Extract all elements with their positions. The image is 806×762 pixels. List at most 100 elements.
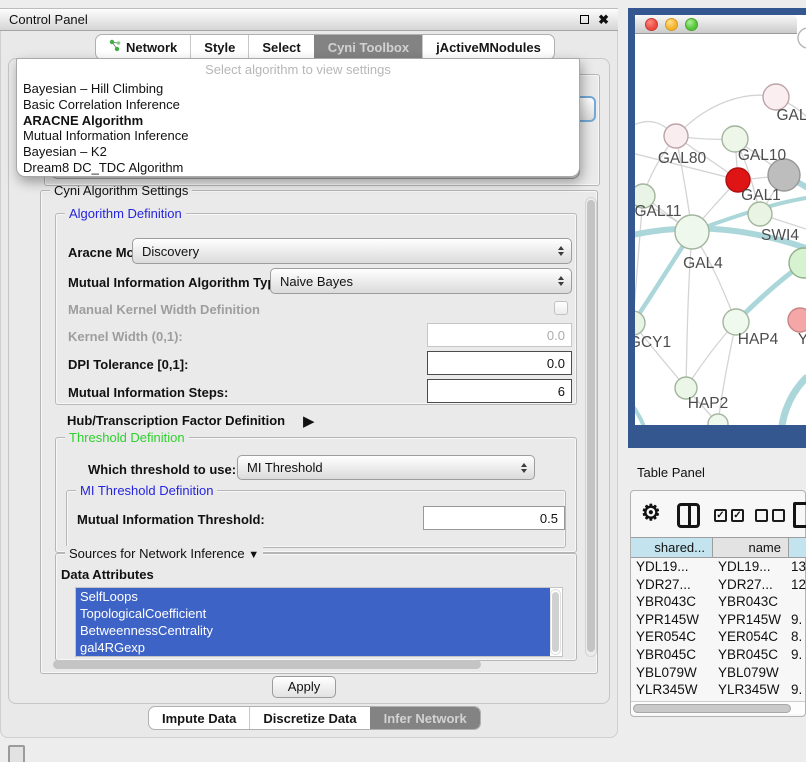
gear-icon[interactable]: ⚙ [641, 500, 661, 526]
settings-vertical-scrollbar[interactable] [585, 197, 597, 657]
minimize-traffic-light-icon[interactable] [665, 18, 678, 31]
network-node-gcy1[interactable] [635, 311, 645, 335]
network-node-label: GAL80 [658, 150, 707, 167]
table-row[interactable]: YDR27...YDR27...12 [631, 576, 806, 594]
network-edge[interactable] [635, 400, 649, 425]
network-node-y[interactable] [788, 308, 806, 332]
network-edge[interactable] [635, 323, 686, 388]
settings-horizontal-scrollbar[interactable] [45, 659, 583, 670]
attribute-list-item[interactable]: BetweennessCentrality [76, 622, 550, 639]
attribute-list-item[interactable]: SelfLoops [76, 588, 550, 605]
table-cell: YBR043C [631, 593, 713, 611]
expand-right-icon[interactable]: ▶ [303, 412, 315, 430]
table-row[interactable]: YLR345WYLR345W9. [631, 681, 806, 699]
file-icon[interactable] [793, 502, 806, 528]
network-node-label: GAL4 [683, 255, 723, 272]
settings-horizontal-scrollbar-thumb[interactable] [53, 660, 481, 669]
collapse-down-icon[interactable]: ▼ [248, 549, 259, 561]
tab-network[interactable]: Network [96, 35, 190, 59]
mi-steps-label: Mutual Information Steps: [68, 385, 228, 400]
table-body: YDL19...YDL19...13YDR27...YDR27...12YBR0… [631, 558, 806, 702]
network-node-gal80[interactable] [664, 124, 688, 148]
unchecked-checkbox-icon[interactable] [755, 509, 768, 522]
algorithm-option-bayesian-hill-climbing[interactable]: Bayesian – Hill Climbing [17, 81, 579, 97]
table-row[interactable]: YBL079WYBL079W [631, 664, 806, 682]
zoom-traffic-light-icon[interactable] [685, 18, 698, 31]
manual-kernel-label: Manual Kernel Width Definition [68, 302, 260, 317]
float-icon[interactable] [580, 15, 589, 24]
tab-select[interactable]: Select [248, 35, 313, 59]
table-row[interactable]: YBR045CYBR045C9. [631, 646, 806, 664]
table-horizontal-scrollbar[interactable] [631, 701, 805, 714]
tab-jactivemnodules[interactable]: jActiveMNodules [422, 35, 554, 59]
table-cell: YDR27... [713, 576, 789, 594]
mi-type-combo[interactable]: Naive Bayes [270, 268, 572, 294]
manual-kernel-checkbox[interactable] [554, 301, 568, 315]
mi-steps-field[interactable]: 6 [427, 379, 572, 403]
network-node-swi4[interactable] [748, 202, 772, 226]
unchecked-checkbox-icon[interactable] [772, 509, 785, 522]
table-row[interactable]: YER054CYER054C8. [631, 628, 806, 646]
attribute-list-item[interactable]: TopologicalCoefficient [76, 605, 550, 622]
network-node-gal4[interactable] [675, 215, 709, 249]
table-row[interactable]: YBR043CYBR043C [631, 593, 806, 611]
mi-threshold-field[interactable]: 0.5 [423, 506, 565, 530]
network-edge[interactable] [635, 424, 718, 425]
mi-threshold-value: 0.5 [540, 511, 558, 526]
algorithm-definition-group: Algorithm Definition Aracne Mode: Discov… [55, 213, 577, 405]
table-cell: YDL19... [631, 558, 713, 576]
apply-button[interactable]: Apply [272, 676, 336, 698]
settings-vertical-scrollbar-thumb[interactable] [587, 200, 595, 652]
tab-style[interactable]: Style [190, 35, 248, 59]
table-horizontal-scrollbar-thumb[interactable] [633, 704, 791, 713]
table-row[interactable]: YPR145WYPR145W9. [631, 611, 806, 629]
algorithm-option-mutual-information-inference[interactable]: Mutual Information Inference [17, 128, 579, 144]
which-threshold-label: Which threshold to use: [88, 462, 236, 477]
which-threshold-combo[interactable]: MI Threshold [237, 455, 535, 480]
close-icon[interactable]: ✖ [598, 13, 609, 26]
algorithm-option-basic-correlation-inference[interactable]: Basic Correlation Inference [17, 97, 579, 113]
attribute-list-scrollbar-thumb[interactable] [552, 592, 559, 652]
network-edge[interactable] [781, 378, 806, 425]
table-row[interactable]: YDL19...YDL19...13 [631, 558, 806, 576]
dpi-tolerance-field[interactable]: 0.0 [427, 351, 572, 375]
bottom-tab-infer-network[interactable]: Infer Network [370, 707, 480, 729]
attribute-list-scrollbar[interactable] [550, 589, 561, 655]
table-cell: 9. [789, 681, 806, 699]
tab-label: jActiveMNodules [436, 40, 541, 55]
table-panel-title: Table Panel [637, 465, 705, 480]
table-cell [789, 664, 806, 682]
attribute-list-item[interactable]: gal4RGexp [76, 639, 550, 656]
algorithm-option-aracne-algorithm[interactable]: ARACNE Algorithm [17, 113, 579, 129]
network-node[interactable] [798, 28, 806, 48]
table-cell: YDL19... [713, 558, 789, 576]
table-cell: 9. [789, 646, 806, 664]
control-panel-tab-bar: NetworkStyleSelectCyni Toolbox jActiveMNo… [95, 34, 555, 60]
table-column-header[interactable]: name [713, 538, 789, 557]
close-traffic-light-icon[interactable] [645, 18, 658, 31]
tab-cyni-toolbox[interactable]: Cyni Toolbox [314, 35, 422, 59]
table-cell: 12 [789, 576, 806, 594]
column-layout-icon[interactable] [677, 503, 700, 528]
bottom-tab-impute-data[interactable]: Impute Data [149, 707, 249, 729]
sources-group-title: Sources for Network Inference ▼ [65, 546, 263, 563]
network-node-label: HAP2 [688, 395, 729, 412]
cut-panel-icon[interactable] [8, 745, 25, 762]
aracne-mode-value: Discovery [142, 244, 552, 259]
table-column-header[interactable] [789, 538, 806, 557]
aracne-mode-combo[interactable]: Discovery [132, 238, 572, 264]
combo-spinner-icon [558, 276, 564, 286]
sources-title-text: Sources for Network Inference [69, 546, 245, 561]
bottom-tab-discretize-data[interactable]: Discretize Data [249, 707, 369, 729]
table-column-header[interactable]: shared... [631, 538, 713, 557]
table-cell: 13 [789, 558, 806, 576]
table-cell: YLR345W [631, 681, 713, 699]
algorithm-option-dream8-dc-tdc-algorithm[interactable]: Dream8 DC_TDC Algorithm [17, 160, 579, 176]
checked-checkbox-icon[interactable]: ✓ [731, 509, 744, 522]
hub-definition-label[interactable]: Hub/Transcription Factor Definition [67, 413, 285, 428]
control-panel-titlebar: Control Panel ✖ [0, 8, 618, 31]
table-cell: YBL079W [631, 664, 713, 682]
kernel-width-field[interactable]: 0.0 [427, 323, 572, 347]
checked-checkbox-icon[interactable]: ✓ [714, 509, 727, 522]
algorithm-option-bayesian-k2[interactable]: Bayesian – K2 [17, 144, 579, 160]
